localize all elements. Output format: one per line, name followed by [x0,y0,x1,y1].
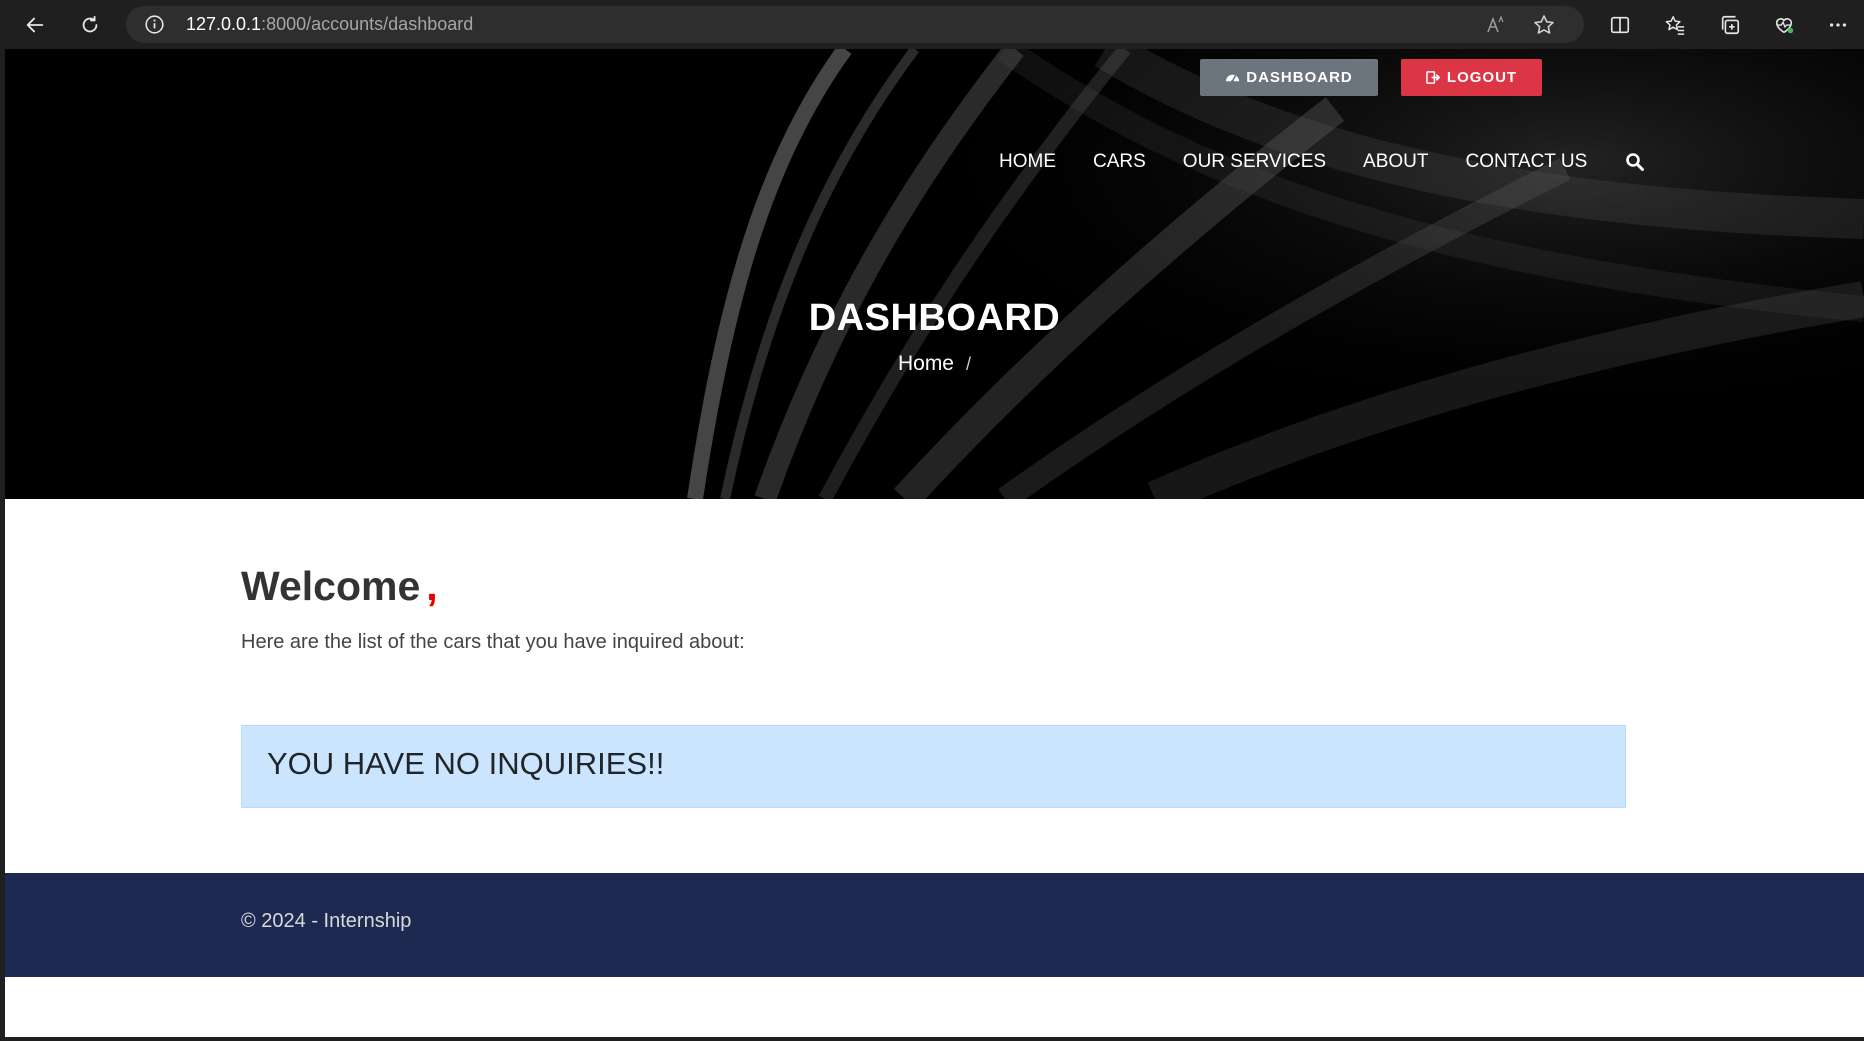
address-bar[interactable]: 127.0.0.1:8000/accounts/dashboard [126,6,1584,43]
welcome-username: , [426,563,438,609]
nav-home[interactable]: HOME [999,151,1056,173]
tachometer-icon [1226,74,1240,83]
dashboard-button-label: DASHBOARD [1246,69,1353,86]
collections-button[interactable] [1712,7,1748,43]
favorites-icon [1665,16,1685,35]
account-buttons: DASHBOARD LOGOUT [1200,59,1542,96]
split-screen-button[interactable] [1602,7,1638,43]
site-info-icon[interactable] [144,14,165,35]
reload-icon [82,15,98,33]
browser-essentials-button[interactable] [1766,7,1802,43]
nav-cars[interactable]: CARS [1093,151,1146,173]
hero-banner: DASHBOARD LOGOUT HOME CARS OUR SERVICES … [5,49,1864,499]
logout-button[interactable]: LOGOUT [1401,59,1542,96]
logout-button-label: LOGOUT [1446,69,1518,86]
url-text[interactable]: 127.0.0.1:8000/accounts/dashboard [186,6,473,43]
browser-toolbar: 127.0.0.1:8000/accounts/dashboard [0,0,1864,50]
main-nav: HOME CARS OUR SERVICES ABOUT CONTACT US [999,151,1645,173]
nav-about[interactable]: ABOUT [1363,151,1428,173]
breadcrumb-home[interactable]: Home [898,352,954,375]
welcome-heading: Welcome, [241,563,438,610]
more-dots-icon [1829,23,1847,27]
copyright-text: © 2024 - Internship [241,910,412,932]
dashboard-button[interactable]: DASHBOARD [1200,59,1378,96]
heart-pulse-icon [1775,18,1794,34]
alert-message: YOU HAVE NO INQUIRIES!! [267,746,665,781]
read-aloud-icon[interactable] [1484,13,1508,37]
back-arrow-icon [26,17,44,33]
hero-background-image [5,49,1864,499]
breadcrumb-separator: / [966,354,972,374]
sign-out-icon [1426,71,1441,84]
nav-our-services[interactable]: OUR SERVICES [1183,151,1326,173]
collections-icon [1721,15,1740,35]
favorites-button[interactable] [1657,7,1693,43]
reload-button[interactable] [72,7,108,43]
settings-menu-button[interactable] [1820,7,1856,43]
back-button[interactable] [17,7,53,43]
welcome-text: Welcome [241,563,421,609]
search-icon[interactable] [1625,152,1645,172]
no-inquiries-alert: YOU HAVE NO INQUIRIES!! [241,725,1626,808]
footer: © 2024 - Internship [5,873,1864,977]
breadcrumb: Home / [5,352,1864,376]
nav-contact-us[interactable]: CONTACT US [1466,151,1588,173]
split-screen-icon [1610,16,1630,34]
page-viewport: DASHBOARD LOGOUT HOME CARS OUR SERVICES … [5,49,1864,1037]
inquiries-intro-text: Here are the list of the cars that you h… [241,631,745,653]
add-favorite-star-icon[interactable] [1532,13,1556,37]
page-title: DASHBOARD [808,297,1061,339]
